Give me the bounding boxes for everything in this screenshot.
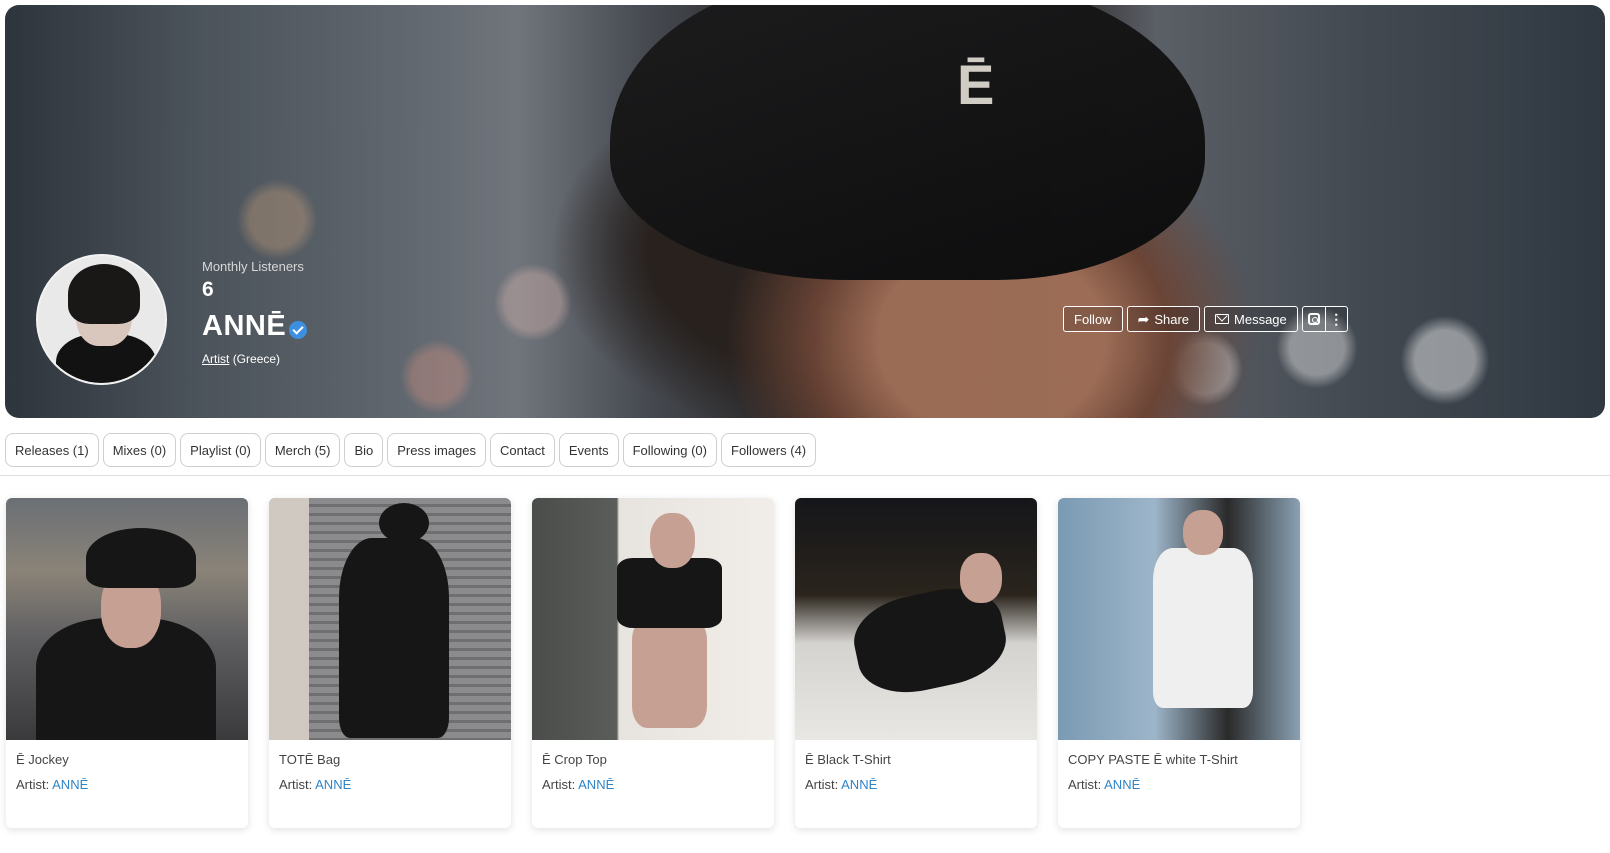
monthly-listeners-value: 6 bbox=[202, 278, 214, 301]
tab-following[interactable]: Following (0) bbox=[622, 433, 717, 467]
figure-coat bbox=[339, 538, 449, 738]
artist-name: ANNĒ bbox=[202, 310, 287, 342]
share-icon: ➦ bbox=[1137, 310, 1150, 327]
figure-croptop bbox=[617, 558, 722, 628]
figure-torso bbox=[632, 618, 707, 728]
figure-face bbox=[960, 553, 1002, 603]
artist-label: Artist: bbox=[1068, 777, 1102, 792]
merch-card[interactable]: Ē Jockey Artist: ANNĒ bbox=[6, 498, 248, 828]
artist-location: (Greece) bbox=[232, 352, 281, 366]
tab-contact[interactable]: Contact bbox=[490, 433, 555, 467]
artist-type-link[interactable]: Artist bbox=[202, 352, 229, 366]
envelope-icon bbox=[1215, 314, 1230, 324]
more-actions-group: ⋮ bbox=[1301, 306, 1348, 332]
profile-tabs: Releases (1) Mixes (0) Playlist (0) Merc… bbox=[5, 433, 817, 467]
artist-link[interactable]: ANNĒ bbox=[1104, 777, 1140, 792]
artist-label: Artist: bbox=[16, 777, 50, 792]
artist-link[interactable]: ANNĒ bbox=[841, 777, 877, 792]
tab-followers[interactable]: Followers (4) bbox=[721, 433, 817, 467]
verified-badge-icon bbox=[289, 321, 307, 339]
figure-cap bbox=[86, 528, 196, 588]
instagram-button[interactable] bbox=[1303, 307, 1325, 331]
more-options-button[interactable]: ⋮ bbox=[1324, 307, 1347, 331]
merch-title: TOTĒ Bag bbox=[279, 752, 341, 767]
merch-card[interactable]: Ē Black T-Shirt Artist: ANNĒ bbox=[795, 498, 1037, 828]
message-button[interactable]: Message bbox=[1204, 306, 1298, 332]
share-button[interactable]: ➦ Share bbox=[1126, 306, 1201, 332]
share-label: Share bbox=[1154, 311, 1190, 327]
artist-type: Artist (Greece) bbox=[202, 352, 280, 366]
merch-artist: Artist: ANNĒ bbox=[279, 777, 501, 792]
artist-label: Artist: bbox=[279, 777, 313, 792]
follow-label: Follow bbox=[1074, 311, 1112, 327]
merch-artist: Artist: ANNĒ bbox=[805, 777, 1027, 792]
tab-press-images[interactable]: Press images bbox=[387, 433, 487, 467]
merch-grid: Ē Jockey Artist: ANNĒ TOTĒ Bag Artist: A… bbox=[6, 498, 1300, 828]
tab-releases[interactable]: Releases (1) bbox=[5, 433, 99, 467]
merch-image bbox=[6, 498, 248, 740]
merch-card[interactable]: Ē Crop Top Artist: ANNĒ bbox=[532, 498, 774, 828]
merch-image bbox=[1058, 498, 1300, 740]
merch-artist: Artist: ANNĒ bbox=[16, 777, 238, 792]
tabs-divider bbox=[0, 475, 1610, 476]
merch-title: Ē Black T-Shirt bbox=[805, 752, 891, 767]
merch-title: Ē Jockey bbox=[16, 752, 69, 767]
merch-card[interactable]: COPY PASTE Ē white T-Shirt Artist: ANNĒ bbox=[1058, 498, 1300, 828]
kebab-menu-icon: ⋮ bbox=[1329, 311, 1344, 327]
merch-image bbox=[795, 498, 1037, 740]
message-label: Message bbox=[1234, 311, 1287, 327]
artist-label: Artist: bbox=[805, 777, 839, 792]
merch-title: COPY PASTE Ē white T-Shirt bbox=[1068, 752, 1238, 767]
merch-card[interactable]: TOTĒ Bag Artist: ANNĒ bbox=[269, 498, 511, 828]
artist-link[interactable]: ANNĒ bbox=[315, 777, 351, 792]
figure-cap bbox=[379, 503, 429, 543]
merch-image bbox=[532, 498, 774, 740]
figure-face bbox=[650, 513, 695, 568]
tab-mixes[interactable]: Mixes (0) bbox=[102, 433, 177, 467]
artist-label: Artist: bbox=[542, 777, 576, 792]
profile-actions: Follow ➦ Share Message ⋮ bbox=[1063, 306, 1348, 332]
merch-image bbox=[269, 498, 511, 740]
artist-avatar bbox=[36, 254, 167, 385]
merch-artist: Artist: ANNĒ bbox=[542, 777, 764, 792]
avatar-hair bbox=[68, 264, 140, 324]
figure-white-tshirt bbox=[1153, 548, 1253, 708]
merch-artist: Artist: ANNĒ bbox=[1068, 777, 1290, 792]
artist-link[interactable]: ANNĒ bbox=[578, 777, 614, 792]
tab-playlist[interactable]: Playlist (0) bbox=[180, 433, 261, 467]
figure-face bbox=[1183, 510, 1223, 555]
merch-title: Ē Crop Top bbox=[542, 752, 607, 767]
monthly-listeners-label: Monthly Listeners bbox=[202, 259, 304, 274]
follow-button[interactable]: Follow bbox=[1063, 306, 1123, 332]
artist-link[interactable]: ANNĒ bbox=[52, 777, 88, 792]
tab-merch[interactable]: Merch (5) bbox=[264, 433, 341, 467]
instagram-icon bbox=[1307, 313, 1320, 325]
tab-events[interactable]: Events bbox=[558, 433, 619, 467]
tab-bio[interactable]: Bio bbox=[344, 433, 384, 467]
